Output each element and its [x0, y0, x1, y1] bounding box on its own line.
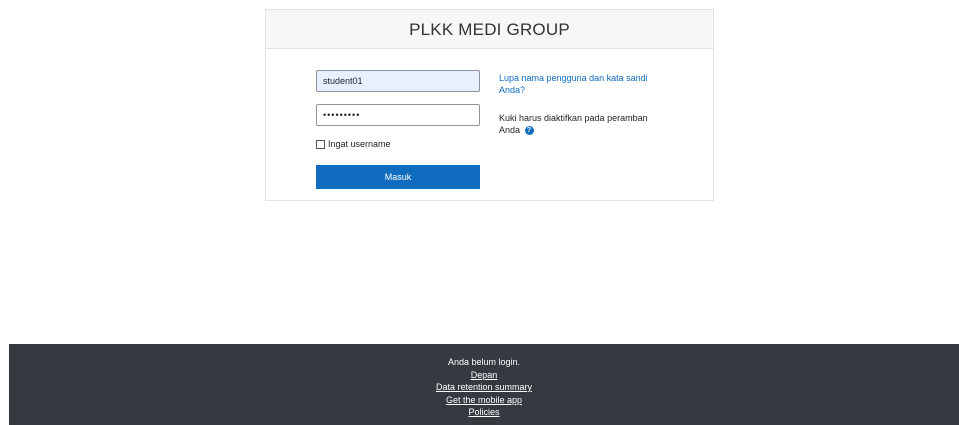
- remember-checkbox[interactable]: [316, 139, 325, 149]
- footer-link-home[interactable]: Depan: [471, 370, 498, 380]
- cookies-notice: Kuki harus diaktifkan pada peramban Anda…: [499, 112, 669, 136]
- site-title: PLKK MEDI GROUP: [266, 10, 713, 49]
- cookies-notice-text: Kuki harus diaktifkan pada peramban Anda: [499, 113, 648, 135]
- remember-username[interactable]: Ingat username: [316, 139, 391, 149]
- login-card: PLKK MEDI GROUP student01 ••••••••• Inga…: [265, 9, 714, 201]
- forgot-password-link[interactable]: Lupa nama pengguna dan kata sandi Anda?: [499, 72, 669, 96]
- username-input[interactable]: student01: [316, 70, 480, 92]
- footer-link-mobile-app[interactable]: Get the mobile app: [446, 395, 522, 405]
- login-button[interactable]: Masuk: [316, 165, 480, 189]
- footer-link-policies[interactable]: Policies: [468, 407, 499, 417]
- question-circle-icon[interactable]: ?: [524, 126, 534, 136]
- password-input[interactable]: •••••••••: [316, 104, 480, 126]
- login-status: Anda belum login.: [447, 357, 521, 367]
- remember-label: Ingat username: [328, 139, 391, 149]
- footer: Anda belum login. Depan Data retention s…: [9, 344, 959, 425]
- footer-link-data-retention[interactable]: Data retention summary: [436, 382, 532, 392]
